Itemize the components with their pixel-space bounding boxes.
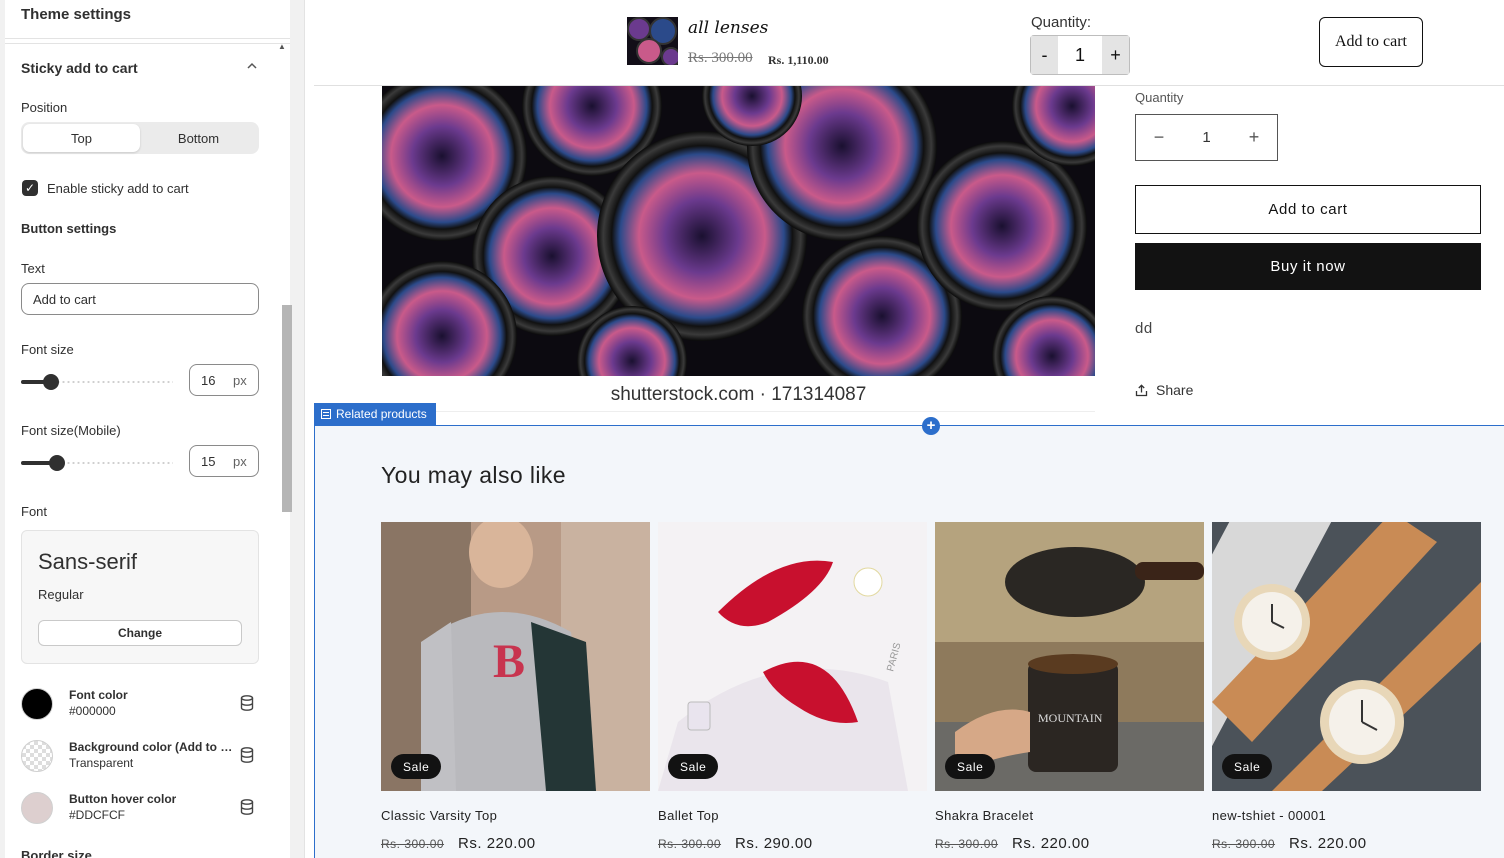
image-caption: shutterstock.com · 171314087 [382,376,1095,412]
product-thumbnail [627,17,678,65]
unit-label: px [233,453,247,469]
share-icon [1135,383,1148,396]
quantity-input[interactable]: 1 [1182,129,1231,146]
product-description: dd [1135,320,1153,337]
color-value: Transparent [69,756,134,770]
database-icon[interactable] [238,798,256,816]
sticky-compare-price: Rs. 300.00 [688,50,753,66]
sticky-add-to-cart-button[interactable]: Add to cart [1319,17,1423,67]
sticky-quantity-stepper: - 1 + [1030,35,1130,75]
font-size-mobile-label: Font size(Mobile) [21,423,121,438]
divider [5,43,290,44]
scrollbar-thumb[interactable] [282,305,292,512]
font-size-label: Font size [21,342,74,357]
font-size-mobile-slider[interactable] [21,455,173,471]
font-color-swatch[interactable] [21,688,53,720]
slider-thumb[interactable] [43,374,59,390]
section-title[interactable]: Sticky add to cart [21,60,138,76]
button-hover-color-setting[interactable]: Button hover color #DDCFCF [21,791,261,827]
change-font-button[interactable]: Change [38,620,242,646]
sticky-decrease-button[interactable]: - [1031,36,1058,74]
lens-pattern-image [382,86,1095,376]
font-size-field[interactable]: 16 px [189,364,259,396]
text-label: Text [21,261,45,276]
background-color-swatch[interactable] [21,740,53,772]
database-icon[interactable] [238,746,256,764]
background-color-setting[interactable]: Background color (Add to cart) Transpare… [21,739,261,775]
font-picker-card: Sans-serif Regular Change [21,530,259,664]
font-color-setting[interactable]: Font color #000000 [21,687,261,723]
border-size-label: Border size [21,848,92,858]
color-value: #000000 [69,704,116,718]
section-tag[interactable]: Related products [314,403,436,425]
font-size-mobile-value[interactable]: 15 [190,454,228,469]
sticky-quantity-input[interactable]: 1 [1058,36,1102,74]
color-name: Font color [69,688,128,702]
chevron-up-icon[interactable] [246,60,258,75]
sticky-increase-button[interactable]: + [1102,36,1129,74]
decrease-quantity-button[interactable]: − [1136,127,1182,148]
theme-settings-panel: Theme settings ▲ Sticky add to cart Posi… [0,0,305,858]
font-style: Regular [38,587,84,602]
sticky-product-title: all lenses [688,18,769,38]
add-section-plus-icon[interactable]: + [922,417,940,435]
enable-sticky-checkbox[interactable]: ✓ [22,180,38,196]
quantity-label: Quantity [1135,90,1184,105]
color-name: Background color (Add to cart) [69,740,233,754]
position-bottom-option[interactable]: Bottom [140,124,257,152]
position-top-option[interactable]: Top [23,124,140,152]
lens-thumbnail-image [627,17,678,65]
add-to-cart-button[interactable]: Add to cart [1135,185,1481,234]
sticky-quantity-label: Quantity: [1031,14,1092,31]
section-icon [321,409,331,419]
settings-scroll-area: Theme settings ▲ Sticky add to cart Posi… [5,0,292,858]
enable-sticky-label[interactable]: Enable sticky add to cart [47,181,189,196]
font-name: Sans-serif [38,549,138,574]
slider-thumb[interactable] [49,455,65,471]
button-text-input[interactable]: Add to cart [21,283,259,315]
font-size-value[interactable]: 16 [190,373,228,388]
unit-label: px [233,372,247,388]
position-label: Position [21,100,68,115]
quantity-stepper: − 1 + [1135,114,1278,161]
sticky-price: Rs. 1,110.00 [768,53,829,67]
button-settings-heading: Button settings [21,221,117,236]
section-selection-outline [314,425,1504,858]
font-label: Font [21,504,48,519]
scroll-up-arrow-icon[interactable]: ▲ [278,42,286,51]
divider [5,38,290,39]
color-name: Button hover color [69,792,177,806]
buy-it-now-button[interactable]: Buy it now [1135,243,1481,290]
product-image[interactable] [382,86,1095,376]
database-icon[interactable] [238,694,256,712]
storefront-preview: shutterstock.com · 171314087 Quantity − … [314,0,1504,858]
button-hover-color-swatch[interactable] [21,792,53,824]
increase-quantity-button[interactable]: + [1231,127,1277,148]
share-label: Share [1156,382,1194,398]
color-value: #DDCFCF [69,808,125,822]
share-button[interactable]: Share [1135,382,1193,398]
font-size-slider[interactable] [21,374,173,390]
font-size-mobile-field[interactable]: 15 px [189,445,259,477]
panel-title: Theme settings [21,6,132,23]
sticky-add-to-cart-bar: all lenses Rs. 300.00 Rs. 1,110.00 Quant… [314,0,1504,86]
section-tag-label: Related products [336,407,427,421]
position-segmented-control: Top Bottom [21,122,259,154]
